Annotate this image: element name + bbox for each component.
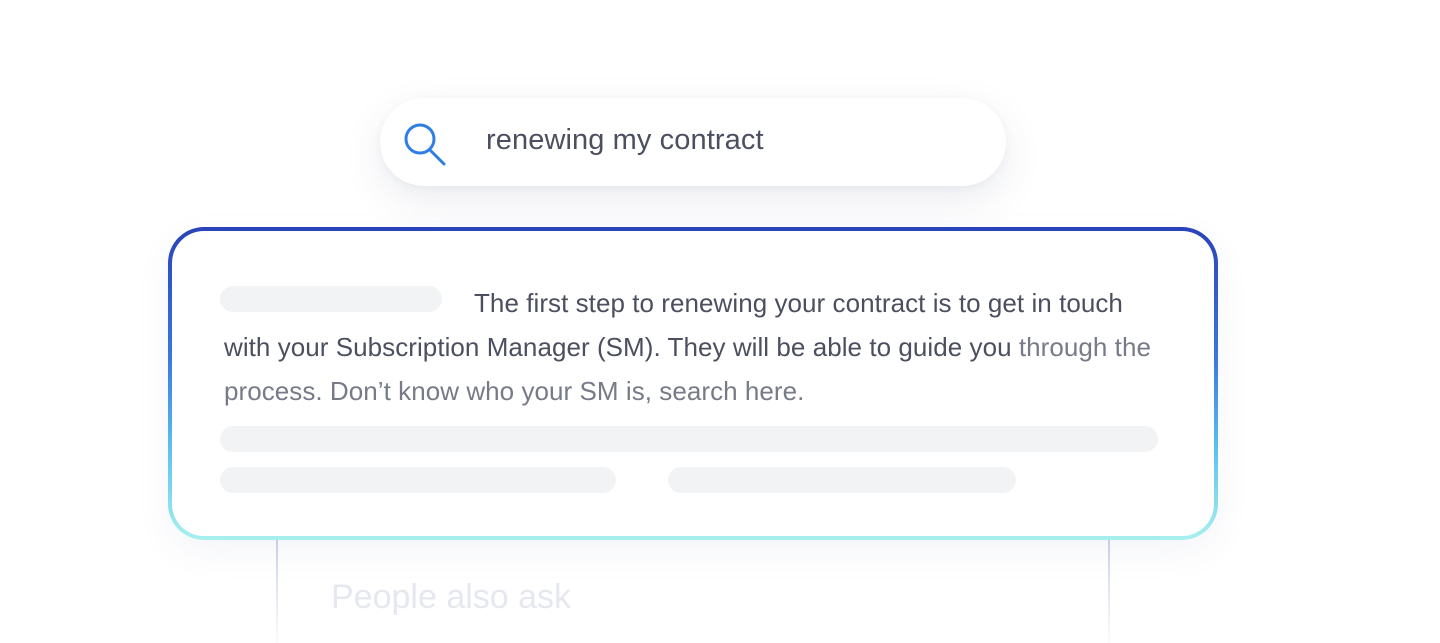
panel-left-border bbox=[276, 530, 278, 643]
answer-card-content: The first step to renewing your contract… bbox=[172, 231, 1214, 536]
skeleton-line-3 bbox=[668, 467, 1016, 493]
answer-text: The first step to renewing your contract… bbox=[224, 281, 1174, 413]
stage: People also ask renewing my contract The… bbox=[0, 0, 1440, 643]
answer-card: The first step to renewing your contract… bbox=[168, 227, 1218, 540]
answer-text-main: The first step to renewing your contract… bbox=[224, 288, 1123, 362]
search-icon[interactable] bbox=[399, 118, 447, 166]
skeleton-line-2 bbox=[220, 467, 616, 493]
panel-right-border bbox=[1108, 530, 1110, 643]
people-also-ask-heading: People also ask bbox=[331, 578, 572, 616]
search-input[interactable]: renewing my contract bbox=[486, 120, 764, 160]
skeleton-line-1 bbox=[220, 426, 1158, 452]
